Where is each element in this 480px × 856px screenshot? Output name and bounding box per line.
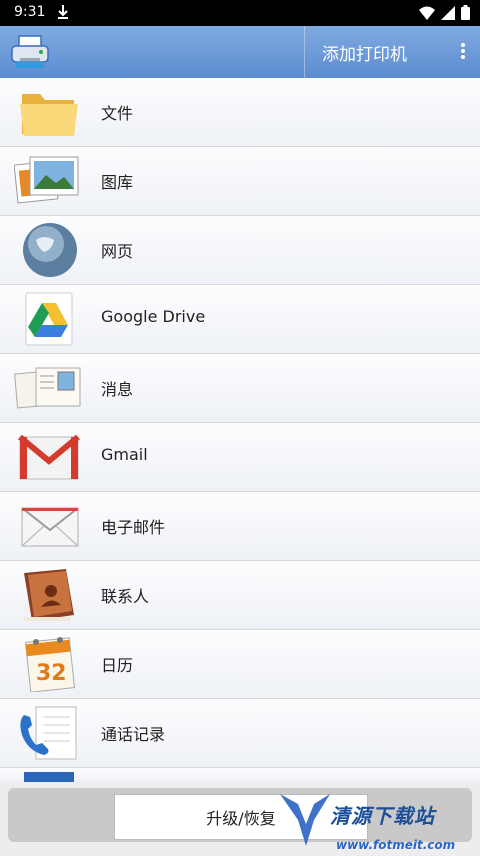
envelope-icon	[14, 498, 82, 554]
watermark-text: 清源下载站	[330, 804, 435, 828]
list-item-partial[interactable]	[0, 768, 480, 782]
app-bar-divider	[304, 26, 305, 78]
list-item-gmail[interactable]: Gmail	[0, 423, 480, 492]
list-item-label: 日历	[101, 656, 134, 675]
watermark-url: www.fotmeit.com	[336, 838, 456, 852]
printer-app-logo-icon[interactable]	[10, 34, 50, 74]
calendar-number: 32	[36, 661, 67, 686]
list-item-label: 电子邮件	[101, 518, 166, 537]
list-item-label: 消息	[101, 380, 134, 399]
source-list: 文件 图库 网页 Google Drive 消息 Gmail 电子邮件 联系人 …	[0, 78, 480, 782]
contacts-book-icon	[14, 567, 82, 623]
gallery-icon	[13, 153, 82, 209]
globe-icon	[14, 222, 82, 278]
folder-icon	[14, 84, 82, 140]
battery-icon	[461, 5, 470, 24]
message-icon	[14, 360, 82, 416]
wifi-icon	[419, 6, 435, 24]
list-item-label: 通话记录	[101, 725, 166, 744]
list-item-label: 文件	[101, 104, 134, 123]
calendar-icon: 32	[14, 636, 82, 693]
download-icon	[56, 3, 70, 25]
add-printer-button[interactable]: 添加打印机	[322, 40, 407, 65]
google-drive-icon	[14, 291, 82, 347]
list-item-calendar[interactable]: 32 日历	[0, 630, 480, 699]
app-bar: 添加打印机	[0, 26, 480, 79]
list-item-label: Gmail	[101, 445, 148, 464]
more-options-icon[interactable]	[460, 42, 466, 64]
list-item-email[interactable]: 电子邮件	[0, 492, 480, 561]
list-item-files[interactable]: 文件	[0, 78, 480, 147]
status-bar: 9:31	[0, 0, 480, 26]
list-item-call-log[interactable]: 通话记录	[0, 699, 480, 768]
list-item-label: 联系人	[101, 587, 150, 606]
list-item-gallery[interactable]: 图库	[0, 147, 480, 216]
signal-icon	[441, 5, 455, 24]
status-time: 9:31	[14, 4, 46, 20]
phone-log-icon	[14, 705, 82, 761]
list-item-contacts[interactable]: 联系人	[0, 561, 480, 630]
list-item-label: 图库	[101, 173, 134, 192]
list-item-web[interactable]: 网页	[0, 216, 480, 285]
gmail-icon	[14, 429, 82, 485]
list-item-messages[interactable]: 消息	[0, 354, 480, 423]
list-item-google-drive[interactable]: Google Drive	[0, 285, 480, 354]
list-item-label: 网页	[101, 242, 134, 261]
list-item-label: Google Drive	[101, 307, 206, 326]
